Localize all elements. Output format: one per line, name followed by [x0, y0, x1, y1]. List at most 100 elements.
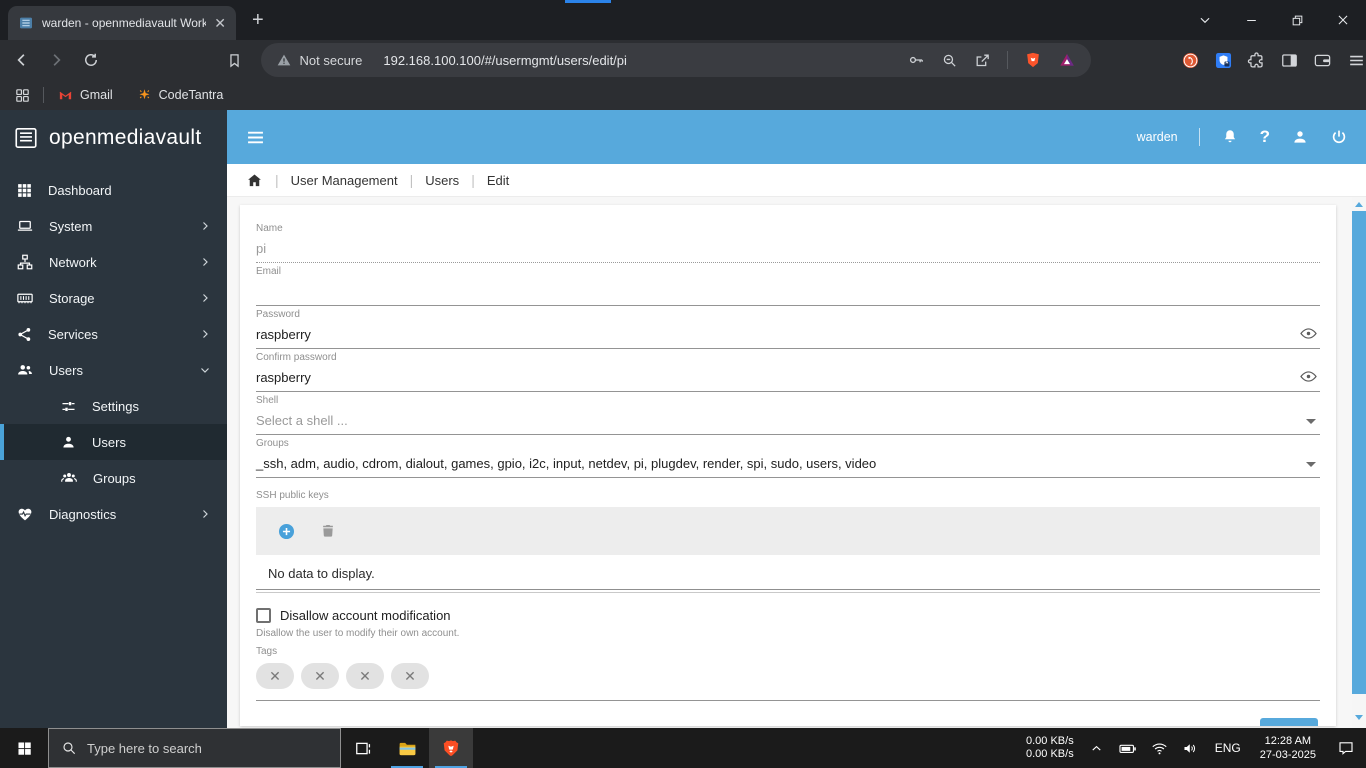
window-minimize-button[interactable]: [1228, 0, 1274, 40]
not-secure-label[interactable]: Not secure: [300, 53, 363, 68]
window-restore-button[interactable]: [1274, 0, 1320, 40]
not-secure-warning-icon[interactable]: [276, 52, 292, 68]
sidebar-label: Dashboard: [48, 182, 112, 198]
toggle-confirm-password-visibility-icon[interactable]: [1299, 367, 1318, 386]
tag-chip[interactable]: ✕: [391, 663, 429, 689]
groups-value: _ssh, adm, audio, cdrom, dialout, games,…: [256, 455, 877, 471]
cancel-button[interactable]: Cancel: [1193, 725, 1233, 727]
zoom-out-icon[interactable]: [941, 52, 958, 69]
omv-logo[interactable]: openmediavault: [0, 110, 227, 166]
sidebar-panel-icon[interactable]: [1280, 51, 1299, 70]
new-tab-button[interactable]: +: [252, 9, 264, 32]
clock-date: 27-03-2025: [1259, 749, 1316, 761]
browser-menu-icon[interactable]: [1347, 51, 1366, 70]
duckduckgo-extension-icon[interactable]: [1181, 51, 1200, 70]
bookmark-codetantra[interactable]: CodeTantra: [137, 88, 223, 103]
shell-dropdown-caret-icon[interactable]: [1306, 419, 1316, 424]
home-icon[interactable]: [246, 172, 263, 189]
field-shell: Shell Select a shell ...: [256, 395, 1320, 435]
start-button[interactable]: [0, 728, 48, 768]
sidebar-item-users-users[interactable]: Users: [0, 424, 227, 460]
disallow-modification-checkbox[interactable]: [256, 608, 271, 623]
sidebar-item-network[interactable]: Network: [0, 244, 227, 280]
bookmark-page-icon[interactable]: [222, 47, 248, 73]
battery-icon[interactable]: [1118, 739, 1137, 758]
sidebar-item-system[interactable]: System: [0, 208, 227, 244]
help-icon[interactable]: ?: [1260, 127, 1270, 147]
windows-taskbar: Type here to search 0.00 KB/s 0.00 KB/s …: [0, 728, 1366, 768]
bookmark-gmail[interactable]: Gmail: [58, 88, 113, 103]
url-text[interactable]: 192.168.100.100/#/usermgmt/users/edit/pi: [383, 53, 627, 68]
sidebar-item-storage[interactable]: Storage: [0, 280, 227, 316]
tab-close-icon[interactable]: ✕: [214, 16, 226, 30]
save-button[interactable]: Save: [1259, 718, 1318, 726]
sidebar-label: Services: [48, 326, 98, 342]
tag-chip[interactable]: ✕: [346, 663, 384, 689]
toggle-password-visibility-icon[interactable]: [1299, 324, 1318, 343]
notifications-bell-icon[interactable]: [1221, 128, 1239, 146]
remove-tag-icon[interactable]: ✕: [269, 668, 281, 685]
sidebar-label: System: [49, 218, 93, 234]
extensions-puzzle-icon[interactable]: [1247, 51, 1266, 70]
wifi-icon[interactable]: [1151, 740, 1168, 757]
groups-select[interactable]: _ssh, adm, audio, cdrom, dialout, games,…: [256, 451, 1320, 478]
network-icon: [16, 253, 34, 271]
sidebar-item-diagnostics[interactable]: Diagnostics: [0, 496, 227, 532]
logged-in-user[interactable]: warden: [1137, 130, 1178, 144]
wallet-icon[interactable]: [1313, 51, 1332, 70]
breadcrumb-users[interactable]: Users: [425, 173, 459, 188]
brave-browser-button[interactable]: [429, 728, 473, 768]
taskbar-search-box[interactable]: Type here to search: [48, 728, 341, 768]
delete-ssh-key-button[interactable]: [319, 522, 337, 540]
window-close-button[interactable]: [1320, 0, 1366, 40]
share-icon[interactable]: [974, 52, 991, 69]
scrollbar-up-arrow[interactable]: [1355, 202, 1363, 207]
power-logout-icon[interactable]: [1330, 128, 1348, 146]
shell-select[interactable]: Select a shell ...: [256, 408, 1320, 435]
network-speed-indicator[interactable]: 0.00 KB/s 0.00 KB/s: [1026, 735, 1074, 761]
language-indicator[interactable]: ENG: [1215, 741, 1241, 755]
tag-chip[interactable]: ✕: [256, 663, 294, 689]
brave-rewards-icon[interactable]: [1058, 51, 1076, 69]
confirm-password-input[interactable]: raspberry: [256, 365, 1320, 392]
scrollbar-thumb[interactable]: [1352, 211, 1366, 694]
privacy-shield-extension-icon[interactable]: [1214, 51, 1233, 70]
forward-button[interactable]: [44, 47, 70, 73]
tab-search-chevron-icon[interactable]: [1182, 0, 1228, 40]
sidebar-item-users-settings[interactable]: Settings: [0, 388, 227, 424]
sidebar-toggle-hamburger-icon[interactable]: [245, 127, 266, 148]
remove-tag-icon[interactable]: ✕: [314, 668, 326, 685]
user-menu-icon[interactable]: [1291, 128, 1309, 146]
add-ssh-key-button[interactable]: [277, 522, 296, 541]
sidebar-item-users-groups[interactable]: Groups: [0, 460, 227, 496]
sidebar-item-users[interactable]: Users: [0, 352, 227, 388]
password-key-icon[interactable]: [907, 51, 925, 69]
sidebar-item-services[interactable]: Services: [0, 316, 227, 352]
address-bar[interactable]: Not secure 192.168.100.100/#/usermgmt/us…: [260, 43, 1091, 77]
breadcrumb-user-management[interactable]: User Management: [291, 173, 398, 188]
reload-button[interactable]: [78, 47, 104, 73]
brave-shields-icon[interactable]: [1024, 51, 1042, 69]
tray-chevron-up-icon[interactable]: [1089, 741, 1104, 756]
remove-tag-icon[interactable]: ✕: [359, 668, 371, 685]
speaker-icon[interactable]: [1182, 740, 1199, 757]
sidebar-label: Groups: [93, 470, 136, 486]
disallow-modification-row: Disallow account modification: [256, 608, 1320, 623]
taskbar-clock[interactable]: 12:28 AM 27-03-2025: [1260, 734, 1316, 762]
sidebar-item-dashboard[interactable]: Dashboard: [0, 172, 227, 208]
back-button[interactable]: [9, 47, 35, 73]
file-explorer-button[interactable]: [385, 728, 429, 768]
remove-tag-icon[interactable]: ✕: [404, 668, 416, 685]
page-scrollbar[interactable]: [1352, 197, 1366, 728]
browser-tab[interactable]: warden - openmediavault Work ✕: [8, 6, 236, 40]
top-accent-line: [565, 0, 611, 3]
apps-grid-icon[interactable]: [14, 87, 31, 104]
tag-chip[interactable]: ✕: [301, 663, 339, 689]
groups-dropdown-caret-icon[interactable]: [1306, 462, 1316, 467]
scrollbar-down-arrow[interactable]: [1355, 715, 1363, 720]
task-view-button[interactable]: [341, 728, 385, 768]
action-center-icon[interactable]: [1326, 739, 1366, 757]
email-input[interactable]: [256, 279, 1320, 306]
password-input[interactable]: raspberry: [256, 322, 1320, 349]
chevron-down-icon: [199, 364, 211, 376]
